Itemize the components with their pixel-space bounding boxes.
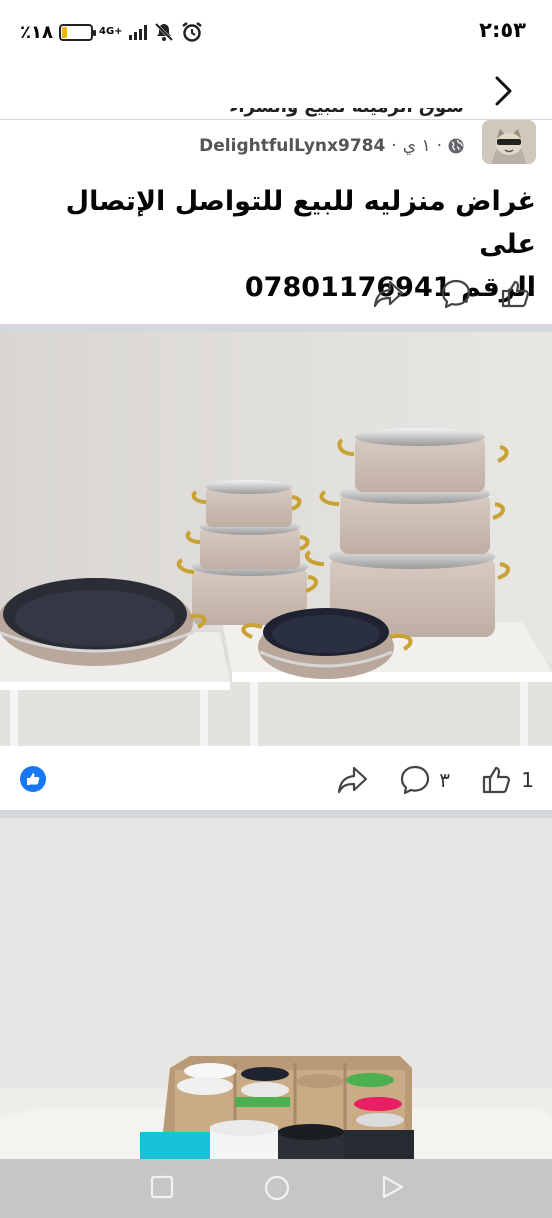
like-icon <box>483 766 511 794</box>
share-icon <box>337 766 368 794</box>
photo-comment-button[interactable]: ٣ <box>397 758 450 802</box>
share-button[interactable] <box>370 272 406 316</box>
comment-icon <box>401 765 430 795</box>
like-reaction-icon[interactable] <box>20 766 46 792</box>
battery-percent: ٪١٨ <box>20 21 53 43</box>
cat-avatar-image <box>482 120 536 164</box>
section-separator <box>0 324 552 332</box>
cups-image <box>0 818 552 1159</box>
android-navigation-bar <box>0 1159 552 1218</box>
post-meta: DelightfulLynx9784 · ١ ي · <box>199 134 464 158</box>
photo-share-button[interactable] <box>334 758 370 802</box>
alarm-icon <box>181 22 202 42</box>
status-bar: ٪١٨ 4G+ ٢:٥٣ <box>0 0 552 64</box>
comment-button[interactable] <box>438 272 474 316</box>
battery-icon <box>58 23 96 41</box>
back-triangle-icon[interactable] <box>380 1175 404 1199</box>
author-avatar[interactable] <box>482 120 536 164</box>
post-text-line-1: غراض منزليه للبيع للتواصل الإتصال على <box>65 186 536 260</box>
meta-dot: · <box>391 136 397 156</box>
home-circle-icon[interactable] <box>264 1175 290 1201</box>
like-count: 1 <box>521 768 534 792</box>
post-actions <box>0 272 552 316</box>
share-icon <box>373 280 404 308</box>
photo-like-button[interactable]: 1 <box>479 758 534 802</box>
like-button[interactable] <box>498 272 534 316</box>
post-photo-cookware[interactable] <box>0 332 552 746</box>
network-type: 4G+ <box>98 26 123 37</box>
cookware-image <box>0 332 552 746</box>
comment-count: ٣ <box>439 768 450 792</box>
meta-dot: · <box>436 136 442 156</box>
clock: ٢:٥٣ <box>479 18 526 42</box>
photo-actions: 1 ٣ <box>0 758 552 802</box>
globe-icon <box>448 138 464 154</box>
post-time: ١ ي <box>402 136 431 156</box>
recents-square-icon[interactable] <box>150 1175 174 1199</box>
comment-icon <box>441 279 471 309</box>
signal-icon <box>128 24 147 40</box>
post-photo-cups[interactable] <box>0 818 552 1159</box>
group-name[interactable]: سوق الرميلة للبيع والشراء <box>229 108 464 117</box>
status-icons: ٪١٨ 4G+ <box>20 18 203 46</box>
section-separator <box>0 810 552 818</box>
mute-icon <box>154 22 173 42</box>
post-header: سوق الرميلة للبيع والشراء DelightfulLynx… <box>0 100 552 166</box>
like-icon <box>501 280 530 308</box>
author-name[interactable]: DelightfulLynx9784 <box>199 136 385 156</box>
